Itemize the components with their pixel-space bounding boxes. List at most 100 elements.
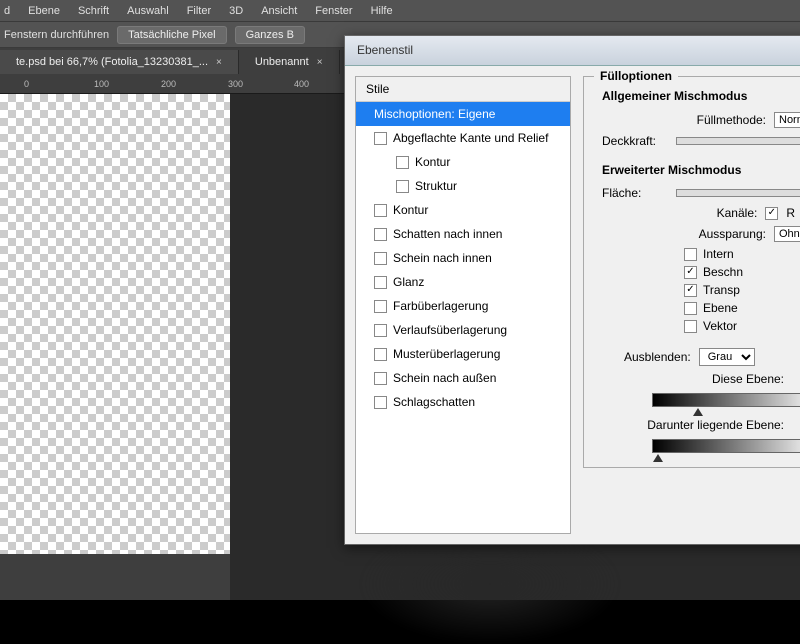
option-checkbox[interactable] <box>684 266 697 279</box>
style-checkbox[interactable] <box>374 276 387 289</box>
knockout-label: Aussparung: <box>699 227 766 241</box>
menu-item[interactable]: Schrift <box>78 5 109 17</box>
style-list-item[interactable]: Kontur <box>356 198 570 222</box>
style-list-item[interactable]: Mischoptionen: Eigene <box>356 102 570 126</box>
opacity-label: Deckkraft: <box>602 134 656 148</box>
style-list-item[interactable]: Verlaufsüberlagerung <box>356 318 570 342</box>
advanced-blend-heading: Erweiterter Mischmodus <box>584 161 800 183</box>
style-list-item[interactable]: Kontur <box>356 150 570 174</box>
fill-options-fieldset: Fülloptionen Allgemeiner Mischmodus Füll… <box>583 76 800 468</box>
channel-r-checkbox[interactable] <box>765 207 778 220</box>
this-layer-blend-slider[interactable] <box>652 393 800 407</box>
menu-bar: d Ebene Schrift Auswahl Filter 3D Ansicht Fenst… <box>0 0 800 22</box>
menu-item[interactable]: Filter <box>187 5 211 17</box>
blending-options-panel: Fülloptionen Allgemeiner Mischmodus Füll… <box>579 66 800 544</box>
knockout-select[interactable]: Ohne <box>774 226 800 242</box>
dialog-title: Ebenenstil <box>345 36 800 66</box>
style-label: Schlagschatten <box>393 395 475 409</box>
fill-opacity-label: Fläche: <box>602 186 641 200</box>
channel-r-label: R <box>786 206 795 220</box>
option-checkbox[interactable] <box>684 302 697 315</box>
style-label: Struktur <box>415 179 457 193</box>
style-label: Glanz <box>393 275 424 289</box>
style-list-item[interactable]: Farbüberlagerung <box>356 294 570 318</box>
advanced-option: Beschn <box>584 263 800 281</box>
option-checkbox[interactable] <box>684 320 697 333</box>
option-label: Transp <box>703 283 740 297</box>
style-label: Musterüberlagerung <box>393 347 500 361</box>
styles-header: Stile <box>356 77 570 102</box>
actual-pixels-button[interactable]: Tatsächliche Pixel <box>117 26 226 44</box>
style-label: Schein nach außen <box>393 371 496 385</box>
style-checkbox[interactable] <box>396 156 409 169</box>
ruler-mark: 300 <box>228 79 243 89</box>
style-checkbox[interactable] <box>374 372 387 385</box>
opacity-slider[interactable] <box>676 137 800 145</box>
option-checkbox[interactable] <box>684 248 697 261</box>
fill-options-legend: Fülloptionen <box>594 69 678 83</box>
this-layer-label: Diese Ebene: <box>712 372 784 386</box>
style-checkbox[interactable] <box>374 324 387 337</box>
style-label: Verlaufsüberlagerung <box>393 323 507 337</box>
ruler-mark: 100 <box>94 79 109 89</box>
menu-item[interactable]: d <box>4 5 10 17</box>
general-blend-heading: Allgemeiner Mischmodus <box>584 87 800 109</box>
style-checkbox[interactable] <box>374 204 387 217</box>
blend-mode-select[interactable]: Normal <box>774 112 800 128</box>
blend-if-label: Ausblenden: <box>624 350 691 364</box>
tab-label: te.psd bei 66,7% (Fotolia_13230381_... <box>16 56 208 68</box>
document-tab[interactable]: te.psd bei 66,7% (Fotolia_13230381_... × <box>0 50 239 74</box>
option-checkbox[interactable] <box>684 284 697 297</box>
fit-screen-button[interactable]: Ganzes B <box>235 26 305 44</box>
advanced-option: Transp <box>584 281 800 299</box>
this-layer-value: 67 <box>792 372 800 386</box>
style-list-item[interactable]: Musterüberlagerung <box>356 342 570 366</box>
advanced-option: Intern <box>584 245 800 263</box>
style-label: Schatten nach innen <box>393 227 502 241</box>
style-list-item[interactable]: Glanz <box>356 270 570 294</box>
advanced-option: Vektor <box>584 317 800 335</box>
style-list-item[interactable]: Schein nach außen <box>356 366 570 390</box>
blend-if-select[interactable]: Grau <box>699 348 755 366</box>
close-icon[interactable]: × <box>216 57 222 68</box>
option-label: Vektor <box>703 319 737 333</box>
style-list-item[interactable]: Abgeflachte Kante und Relief <box>356 126 570 150</box>
option-label: Beschn <box>703 265 743 279</box>
option-label: Intern <box>703 247 734 261</box>
menu-item[interactable]: 3D <box>229 5 243 17</box>
ruler-mark: 0 <box>24 79 29 89</box>
underlying-layer-blend-slider[interactable] <box>652 439 800 453</box>
underlying-layer-value: 0 <box>792 418 800 432</box>
style-label: Abgeflachte Kante und Relief <box>393 131 548 145</box>
style-label: Schein nach innen <box>393 251 492 265</box>
style-checkbox[interactable] <box>374 396 387 409</box>
style-label: Kontur <box>415 155 450 169</box>
menu-item[interactable]: Hilfe <box>371 5 393 17</box>
style-checkbox[interactable] <box>396 180 409 193</box>
menu-item[interactable]: Fenster <box>315 5 352 17</box>
style-list-item[interactable]: Struktur <box>356 174 570 198</box>
close-icon[interactable]: × <box>317 57 323 68</box>
style-checkbox[interactable] <box>374 348 387 361</box>
style-checkbox[interactable] <box>374 228 387 241</box>
option-label: Ebene <box>703 301 738 315</box>
style-label: Kontur <box>393 203 428 217</box>
toolbar-label: Fenstern durchführen <box>4 29 109 41</box>
style-list-item[interactable]: Schlagschatten <box>356 390 570 414</box>
style-checkbox[interactable] <box>374 252 387 265</box>
style-label: Farbüberlagerung <box>393 299 488 313</box>
menu-item[interactable]: Ebene <box>28 5 60 17</box>
channels-label: Kanäle: <box>717 206 758 220</box>
blend-mode-label: Füllmethode: <box>697 113 766 127</box>
document-tab[interactable]: Unbenannt × <box>239 50 340 74</box>
style-label: Mischoptionen: Eigene <box>374 107 495 121</box>
menu-item[interactable]: Ansicht <box>261 5 297 17</box>
style-list-item[interactable]: Schatten nach innen <box>356 222 570 246</box>
style-checkbox[interactable] <box>374 300 387 313</box>
fill-opacity-slider[interactable] <box>676 189 800 197</box>
style-checkbox[interactable] <box>374 132 387 145</box>
layer-style-dialog: Ebenenstil Stile Mischoptionen: Eigene Ab… <box>344 35 800 545</box>
menu-item[interactable]: Auswahl <box>127 5 169 17</box>
style-list-item[interactable]: Schein nach innen <box>356 246 570 270</box>
tab-label: Unbenannt <box>255 56 309 68</box>
